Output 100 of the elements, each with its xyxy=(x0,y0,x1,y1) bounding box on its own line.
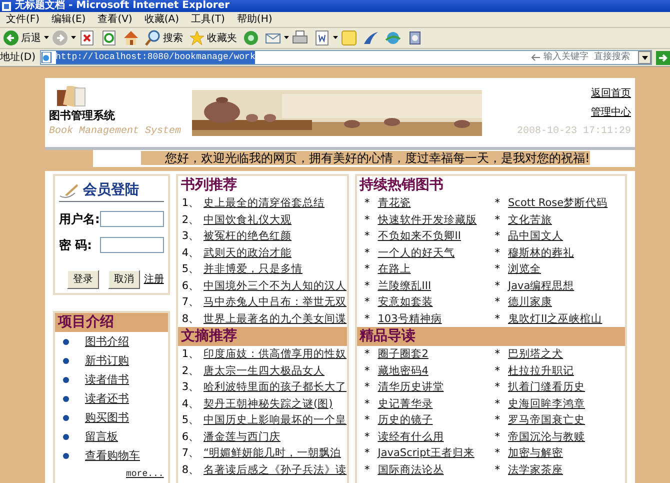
book-link[interactable]: 品中国文人 xyxy=(508,228,563,244)
input-field[interactable] xyxy=(100,211,164,227)
project-link[interactable]: 读者还书 xyxy=(85,389,129,408)
bullet-mark: * xyxy=(494,312,500,326)
bird-icon[interactable] xyxy=(363,30,379,46)
project-link[interactable]: 购买图书 xyxy=(85,408,129,427)
bullet-icon xyxy=(63,414,69,420)
article-link[interactable]: 名著读后感之《孙子兵法》读 xyxy=(204,462,346,478)
project-link[interactable]: 读者借书 xyxy=(85,370,129,389)
project-link[interactable]: 留言板 xyxy=(85,427,118,446)
article-link[interactable]: 唐太宗一生四大极品女人 xyxy=(204,362,324,379)
book-link[interactable]: 加密与解密 xyxy=(508,445,563,462)
caret-icon[interactable] xyxy=(333,36,338,40)
project-link[interactable]: 查看购物车 xyxy=(85,446,140,465)
register-link[interactable]: 注册 xyxy=(144,272,164,287)
article-link[interactable]: 印度庙妓：供高僧享用的性奴 xyxy=(204,346,346,362)
book-link[interactable]: 罗马帝国衰亡史 xyxy=(508,412,585,428)
refresh-icon[interactable] xyxy=(101,30,117,46)
back-button[interactable]: 后退 xyxy=(0,30,44,46)
book-link[interactable]: 读经有什么用 xyxy=(378,428,444,445)
date-time: 2008-10-23 17:11:29 xyxy=(516,125,631,139)
book-link[interactable]: JavaScript王者归来 xyxy=(378,445,474,462)
bullet-mark: * xyxy=(364,212,370,228)
book-link[interactable]: 兰陵缭乱III xyxy=(378,278,432,294)
login-button[interactable]: 登录 xyxy=(67,270,99,289)
menu-item[interactable]: 查看(V) xyxy=(92,12,138,27)
bullet-mark: * xyxy=(364,295,370,310)
book-link[interactable]: 圈子圈套2 xyxy=(378,346,428,362)
book-link[interactable]: 巴别塔之犬 xyxy=(508,346,563,362)
article-link[interactable]: 武则天的政治才能 xyxy=(204,244,292,261)
more-link[interactable]: more... xyxy=(126,469,164,479)
search-icon xyxy=(145,30,161,46)
book-link[interactable]: 史记菁华录 xyxy=(378,396,433,412)
book-link[interactable]: 文化苦旅 xyxy=(508,212,552,228)
search-button[interactable]: 搜索 xyxy=(142,30,186,46)
menu-item[interactable]: 编辑(E) xyxy=(46,12,92,27)
book-link[interactable]: 浏览全 xyxy=(508,261,541,278)
go-icon[interactable] xyxy=(656,50,670,64)
book-link[interactable]: 藏地密码4 xyxy=(378,362,428,379)
book-link[interactable]: 安意如套装 xyxy=(378,294,433,310)
project-link[interactable]: 新书订购 xyxy=(85,351,129,370)
logo-subtitle: Book Management System xyxy=(49,124,182,140)
home-icon[interactable] xyxy=(123,30,139,46)
article-link[interactable]: 中国境外三个不为人知的汉人 xyxy=(204,278,346,294)
book-link[interactable]: 一个人的好天气 xyxy=(378,244,455,261)
address-field[interactable]: http://localhost:8080/bookmanage/work 输入关键字 直接搜索 xyxy=(40,50,652,65)
book-link[interactable]: 103号精神病 xyxy=(378,310,442,327)
book-link[interactable]: 不负如来不负卿II xyxy=(378,228,461,244)
article-link[interactable]: 史上最全的清穿俗套总结 xyxy=(204,195,324,212)
menu-item[interactable]: 收藏(A) xyxy=(138,12,185,27)
book-link[interactable]: 史海回眸李鸿章 xyxy=(508,396,585,412)
book-link[interactable]: Scott Rose梦断代码 xyxy=(508,195,608,212)
caret-icon[interactable] xyxy=(71,36,76,40)
book-link[interactable]: 穆斯林的葬礼 xyxy=(508,244,574,261)
cancel-button[interactable]: 取消 xyxy=(108,270,140,289)
book-link[interactable]: 青花瓷 xyxy=(378,195,411,212)
list-number: 7、 xyxy=(182,295,200,310)
dropdown-button[interactable] xyxy=(638,51,651,64)
article-link[interactable]: 哈利波特里面的孩子都长大了 xyxy=(204,379,346,396)
article-link[interactable]: 中国饮食礼仪大观 xyxy=(204,212,292,228)
book-link[interactable]: 扒着门缝看历史 xyxy=(508,379,585,396)
article-link[interactable]: 中国历史上影响最坏的一个皇 xyxy=(204,412,346,428)
book-link[interactable]: 清华历史讲堂 xyxy=(378,379,444,396)
book-link[interactable]: 法学家茶座 xyxy=(508,462,563,478)
globe-icon[interactable] xyxy=(385,30,401,46)
project-link[interactable]: 图书介绍 xyxy=(85,332,129,351)
media-icon[interactable] xyxy=(243,30,259,46)
welcome-message: 您好，欢迎光临我的网页，拥有美好的心情，度过幸福每一天，是我对您的祝福! xyxy=(141,151,590,165)
stop-icon[interactable] xyxy=(79,30,95,46)
article-link[interactable]: 潘金莲与西门庆 xyxy=(204,428,280,445)
book-link[interactable]: 德川家康 xyxy=(508,294,552,310)
bullet-mark: * xyxy=(494,246,500,260)
favorites-button[interactable]: 收藏夹 xyxy=(186,30,240,46)
caret-icon[interactable] xyxy=(284,36,289,40)
menu-item[interactable]: 文件(F) xyxy=(0,12,46,27)
article-link[interactable]: 马中赤兔人中吕布：举世无双 xyxy=(204,294,346,310)
article-link[interactable]: 契丹王朝神秘失踪之谜(图) xyxy=(204,396,333,412)
book-link[interactable]: 在路上 xyxy=(378,261,411,278)
book-link[interactable]: 鬼吹灯II之巫峡棺山 xyxy=(508,310,602,327)
bullet-icon xyxy=(63,338,69,344)
menu-item[interactable]: 工具(T) xyxy=(185,12,231,27)
input-field[interactable] xyxy=(100,237,164,253)
header-link[interactable]: 管理中心 xyxy=(591,105,631,120)
article-link[interactable]: “明媚鲜妍能几时，一朝飘泊 xyxy=(204,445,341,462)
book-link[interactable]: 历史的镜子 xyxy=(378,412,433,428)
article-link[interactable]: 被冤枉的绝色红颜 xyxy=(204,228,292,244)
menu-item[interactable]: 帮助(H) xyxy=(230,12,278,27)
print-icon[interactable] xyxy=(292,30,308,46)
book-link[interactable]: Java编程思想 xyxy=(508,278,574,294)
book-link[interactable]: 杜拉拉升职记 xyxy=(508,362,574,379)
article-link[interactable]: 世界上最著名的九个美女间谍 xyxy=(204,310,346,327)
book-link[interactable]: 帝国沉沦与教赎 xyxy=(508,428,585,445)
caret-icon[interactable] xyxy=(44,36,49,40)
book-link[interactable]: 快速软件开发珍藏版 xyxy=(378,212,477,228)
header-link[interactable]: 返回首页 xyxy=(591,86,631,101)
field-label: 密 码: xyxy=(59,237,92,254)
article-link[interactable]: 并非博爱，只是多情 xyxy=(204,261,302,278)
document-icon[interactable] xyxy=(314,30,330,46)
list-number: 5、 xyxy=(182,262,200,277)
book-link[interactable]: 国际商法论丛 xyxy=(378,462,444,478)
